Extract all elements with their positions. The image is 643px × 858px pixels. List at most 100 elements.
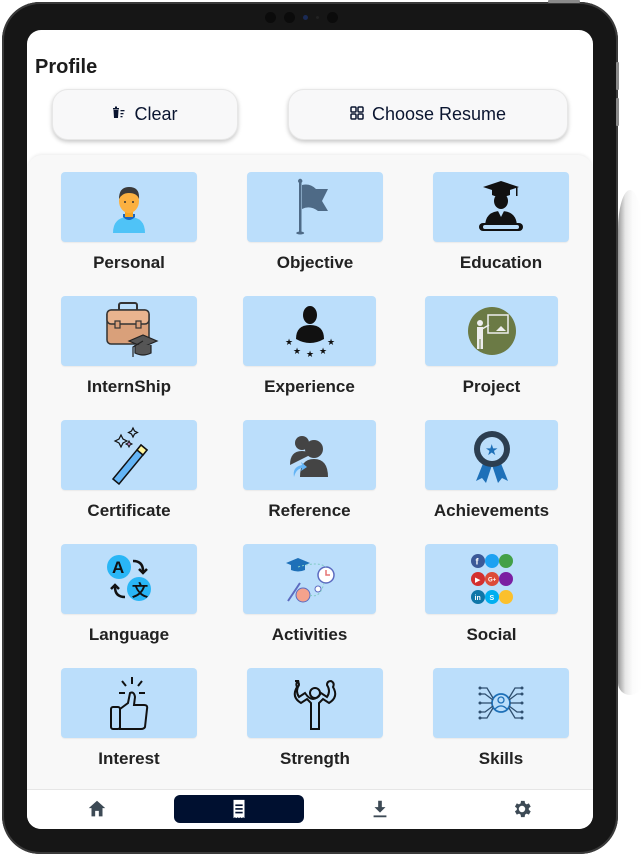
nav-home[interactable] [67,795,127,823]
svg-text:★: ★ [319,346,327,356]
section-label: Language [88,625,170,644]
section-reference[interactable]: Reference [243,420,376,520]
section-card [61,296,197,366]
clear-label: Clear [134,104,178,124]
page-title: Profile [35,56,98,78]
section-internship[interactable]: InternShip [61,296,197,396]
svg-text:★: ★ [327,337,335,347]
presentation-icon [467,307,516,355]
section-card [243,544,376,614]
section-interest[interactable]: Interest [61,668,197,768]
home-icon [88,800,106,817]
section-label: Activities [271,625,348,644]
svg-text:★: ★ [293,346,301,356]
download-icon [373,800,387,818]
section-card: f ▶ G+ in S [425,544,558,614]
gear-icon [514,800,531,818]
section-skills[interactable]: Skills [433,668,569,768]
app-screen: Profile Clear Choose Resume Personal Obj… [27,30,593,829]
briefcase-cap-icon [106,302,159,357]
section-personal[interactable]: Personal [61,172,197,272]
choose-resume-label: Choose Resume [371,104,507,124]
svg-text:in: in [474,595,480,602]
section-card: ★ [425,420,558,490]
section-label: Strength [280,749,350,768]
svg-text:★: ★ [306,349,314,359]
section-card [433,172,569,242]
section-label: Skills [478,749,524,768]
strong-person-icon [293,679,337,730]
svg-text:★: ★ [285,337,293,347]
section-certificate[interactable]: Certificate [61,420,197,520]
svg-text:S: S [489,595,494,602]
person-icon [113,187,145,233]
nav-resume[interactable] [174,795,304,823]
social-media-icon: f ▶ G+ in S [470,554,513,604]
section-label: Reference [268,501,351,520]
award-ribbon-icon: ★ [473,431,510,483]
magic-wand-icon [111,426,149,485]
graduate-icon [479,181,523,231]
section-card [247,172,383,242]
stylus-pencil [618,190,642,695]
section-project[interactable]: Project [425,296,558,396]
section-objective[interactable]: Objective [247,172,383,272]
camera-sensor [316,15,319,19]
person-stars-icon: ★ ★ ★ ★ ★ [285,306,335,359]
camera-sensor [303,14,308,20]
section-label: Personal [93,253,165,272]
nav-download[interactable] [350,795,410,823]
skills-network-icon [478,686,524,720]
svg-text:文: 文 [132,581,149,600]
section-label: Achievements [433,501,550,520]
section-social[interactable]: f ▶ G+ in S Social [425,544,558,644]
section-card [61,420,197,490]
section-label: InternShip [86,377,172,396]
section-strength[interactable]: Strength [247,668,383,768]
section-card [425,296,558,366]
section-card [61,172,197,242]
receipt-icon [233,799,245,819]
section-card: ★ ★ ★ ★ ★ [243,296,376,366]
section-card [433,668,569,738]
volume-up-button [616,62,619,90]
section-label: Certificate [87,501,171,520]
section-card [247,668,383,738]
thumbs-up-icon [110,677,149,730]
section-label: Education [459,253,543,272]
section-card [243,420,376,490]
trash-list-icon [112,106,126,123]
section-card: A 文 [61,544,197,614]
svg-text:★: ★ [485,442,498,459]
clear-button[interactable]: Clear [52,89,238,140]
section-achievements[interactable]: ★ Achievements [425,420,558,520]
bottom-nav [27,789,593,829]
section-card [61,668,197,738]
svg-text:A: A [112,558,124,577]
translate-icon: A 文 [107,555,151,601]
people-refer-icon [289,436,328,477]
section-label: Social [466,625,517,644]
sections-panel: Personal Objective Education InternShip … [28,155,592,795]
choose-resume-button[interactable]: Choose Resume [288,89,568,140]
nav-settings[interactable] [492,795,552,823]
section-language[interactable]: A 文 Language [61,544,197,644]
section-label: Experience [264,377,355,396]
section-education[interactable]: Education [433,172,569,272]
section-experience[interactable]: ★ ★ ★ ★ ★ Experience [243,296,376,396]
activities-icon [285,558,335,603]
section-label: Project [462,377,521,396]
section-activities[interactable]: Activities [243,544,376,644]
camera-lens [265,11,276,23]
svg-text:G+: G+ [488,578,497,584]
section-label: Objective [276,253,354,272]
camera-lens [327,11,338,23]
camera-lens [284,11,295,23]
top-button [548,0,580,3]
camera-bar [265,10,338,24]
section-label: Interest [98,749,160,768]
flag-icon [296,178,328,235]
volume-down-button [616,98,619,126]
grid-icon [350,106,364,123]
svg-text:▶: ▶ [475,577,481,584]
